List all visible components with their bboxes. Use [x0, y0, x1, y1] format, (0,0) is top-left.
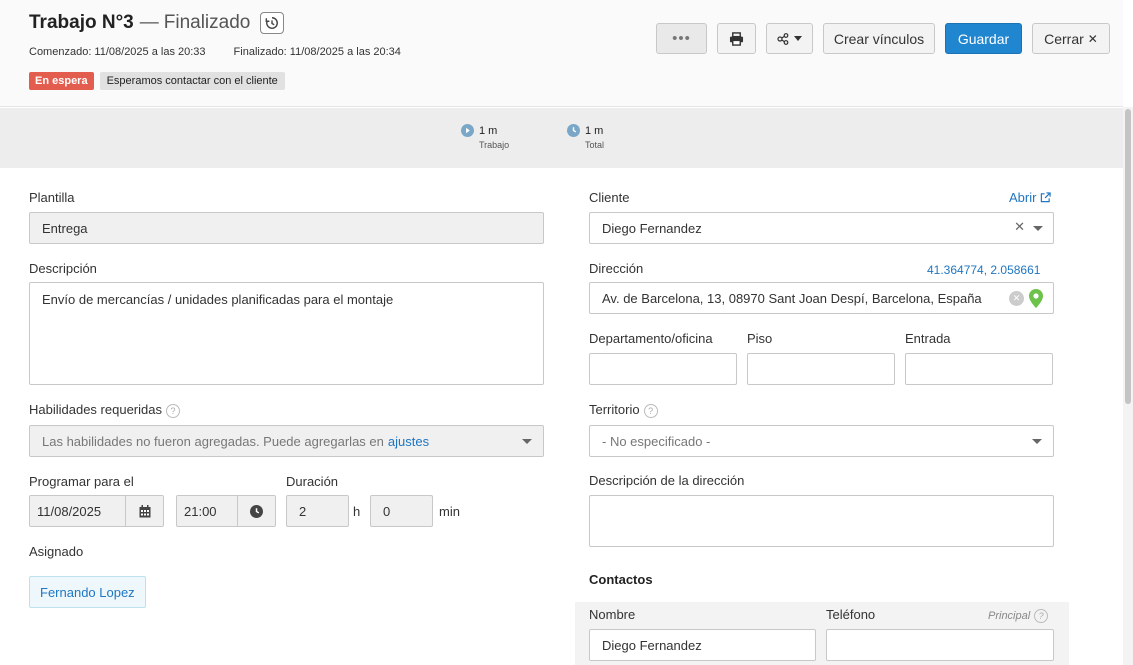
work-time-stat: 1 m Trabajo	[461, 124, 509, 150]
territory-label: Territorio?	[589, 402, 658, 418]
history-icon	[265, 17, 279, 29]
clock-icon[interactable]	[237, 496, 275, 526]
started-at: Comenzado: 11/08/2025 a las 20:33	[29, 46, 206, 58]
time-value: 21:00	[184, 503, 217, 519]
job-title: Trabajo N°3	[29, 12, 134, 33]
floor-input[interactable]	[747, 353, 895, 385]
duration-hours-input[interactable]: 2	[286, 495, 349, 527]
work-time-value: 1 m	[479, 124, 498, 137]
play-icon	[461, 124, 474, 137]
department-label: Departamento/oficina	[589, 331, 713, 346]
title-separator: —	[139, 12, 159, 33]
create-links-button[interactable]: Crear vínculos	[823, 23, 935, 54]
scrollbar-thumb[interactable]	[1125, 109, 1131, 404]
contact-phone-header: Teléfono	[826, 607, 876, 622]
template-label: Plantilla	[29, 190, 75, 205]
skills-placeholder: Las habilidades no fueron agregadas. Pue…	[42, 433, 384, 449]
total-time-value: 1 m	[585, 124, 604, 137]
skills-label: Habilidades requeridas?	[29, 402, 180, 418]
entrance-input[interactable]	[905, 353, 1053, 385]
contact-phone-input[interactable]	[826, 629, 1054, 661]
territory-label-text: Territorio	[589, 402, 640, 417]
duration-label: Duración	[286, 474, 339, 489]
more-button[interactable]: •••	[656, 23, 707, 54]
chevron-down-icon	[1033, 226, 1043, 231]
total-time-stat: 1 m Total	[567, 124, 604, 150]
department-input[interactable]	[589, 353, 737, 385]
entrance-label: Entrada	[905, 331, 951, 346]
hours-unit: h	[353, 504, 361, 519]
close-button[interactable]: Cerrar ✕	[1032, 23, 1110, 54]
address-description-textarea[interactable]	[589, 495, 1054, 547]
help-icon[interactable]: ?	[1034, 609, 1049, 623]
address-description-label: Descripción de la dirección	[589, 473, 745, 488]
total-time-label: Total	[585, 140, 605, 150]
history-button[interactable]	[260, 12, 285, 34]
clear-address-icon[interactable]: ✕	[1009, 291, 1024, 306]
more-dots-icon: •••	[672, 30, 691, 47]
finished-at: Finalizado: 11/08/2025 a las 20:34	[233, 46, 401, 58]
share-icon	[777, 32, 789, 45]
client-label: Cliente	[589, 190, 630, 205]
time-stats-bar: 1 m Trabajo 1 m Total	[0, 108, 1123, 168]
chevron-down-icon	[522, 439, 532, 444]
job-tags: En espera Esperamos contactar con el cli…	[29, 72, 285, 90]
date-value: 11/08/2025	[37, 503, 102, 519]
contact-name-input[interactable]: Diego Fernandez	[589, 629, 816, 661]
title-row: Trabajo N°3 — Finalizado	[29, 12, 285, 34]
map-pin-icon[interactable]	[1029, 289, 1043, 308]
principal-label: Principal	[988, 609, 1031, 622]
floor-label: Piso	[747, 331, 773, 346]
address-label: Dirección	[589, 261, 644, 276]
template-field[interactable]: Entrega	[29, 212, 544, 244]
description-label: Descripción	[29, 261, 97, 276]
settings-link[interactable]: ajustes	[388, 434, 429, 449]
close-label: Cerrar	[1044, 30, 1084, 47]
description-textarea[interactable]: Envío de mercancías / unidades planifica…	[29, 282, 544, 385]
header-actions: ••• Crear vínculos Guardar Cerrar ✕	[656, 23, 1110, 54]
assigned-label: Asignado	[29, 544, 84, 559]
schedule-label: Programar para el	[29, 474, 134, 489]
duration-minutes-input[interactable]: 0	[370, 495, 433, 527]
territory-value: - No especificado -	[602, 433, 711, 449]
open-link-text: Abrir	[1009, 190, 1037, 205]
scrollbar[interactable]	[1123, 107, 1133, 665]
status-badge[interactable]: En espera	[29, 72, 94, 90]
job-header: Trabajo N°3 — Finalizado Comenzado: 11/0…	[0, 0, 1123, 107]
work-time-label: Trabajo	[479, 140, 510, 150]
address-value: Av. de Barcelona, 13, 08970 Sant Joan De…	[602, 290, 982, 306]
principal-header: Principal?	[988, 609, 1049, 623]
territory-select[interactable]: - No especificado -	[589, 425, 1054, 457]
address-input[interactable]: Av. de Barcelona, 13, 08970 Sant Joan De…	[589, 282, 1054, 314]
contact-name-header: Nombre	[589, 607, 636, 622]
open-client-link[interactable]: Abrir	[1009, 190, 1052, 205]
clear-icon[interactable]: ✕	[1014, 219, 1025, 235]
print-button[interactable]	[717, 23, 756, 54]
clock-icon	[567, 124, 580, 137]
job-dates: Comenzado: 11/08/2025 a las 20:33 Finali…	[29, 46, 401, 58]
chevron-down-icon	[1032, 439, 1042, 444]
coordinates-link[interactable]: 41.364774, 2.058661	[927, 263, 1040, 277]
external-link-icon	[1041, 192, 1052, 203]
skills-label-text: Habilidades requeridas	[29, 402, 162, 417]
close-icon: ✕	[1087, 31, 1098, 46]
time-input[interactable]: 21:00	[176, 495, 276, 527]
date-input[interactable]: 11/08/2025	[29, 495, 164, 527]
calendar-icon[interactable]	[125, 496, 163, 526]
help-icon[interactable]: ?	[643, 403, 658, 418]
client-select[interactable]: Diego Fernandez ✕	[589, 212, 1054, 244]
contacts-title: Contactos	[589, 572, 653, 587]
printer-icon	[729, 31, 744, 46]
client-value: Diego Fernandez	[602, 220, 702, 236]
job-status: Finalizado	[163, 12, 251, 33]
assignee-chip[interactable]: Fernando Lopez	[29, 576, 146, 608]
minutes-unit: min	[439, 504, 460, 519]
help-icon[interactable]: ?	[165, 403, 180, 418]
share-button[interactable]	[766, 23, 813, 54]
skills-select[interactable]: Las habilidades no fueron agregadas. Pue…	[29, 425, 544, 457]
save-button[interactable]: Guardar	[945, 23, 1022, 54]
note-tag[interactable]: Esperamos contactar con el cliente	[99, 72, 285, 90]
chevron-down-icon	[794, 36, 802, 41]
